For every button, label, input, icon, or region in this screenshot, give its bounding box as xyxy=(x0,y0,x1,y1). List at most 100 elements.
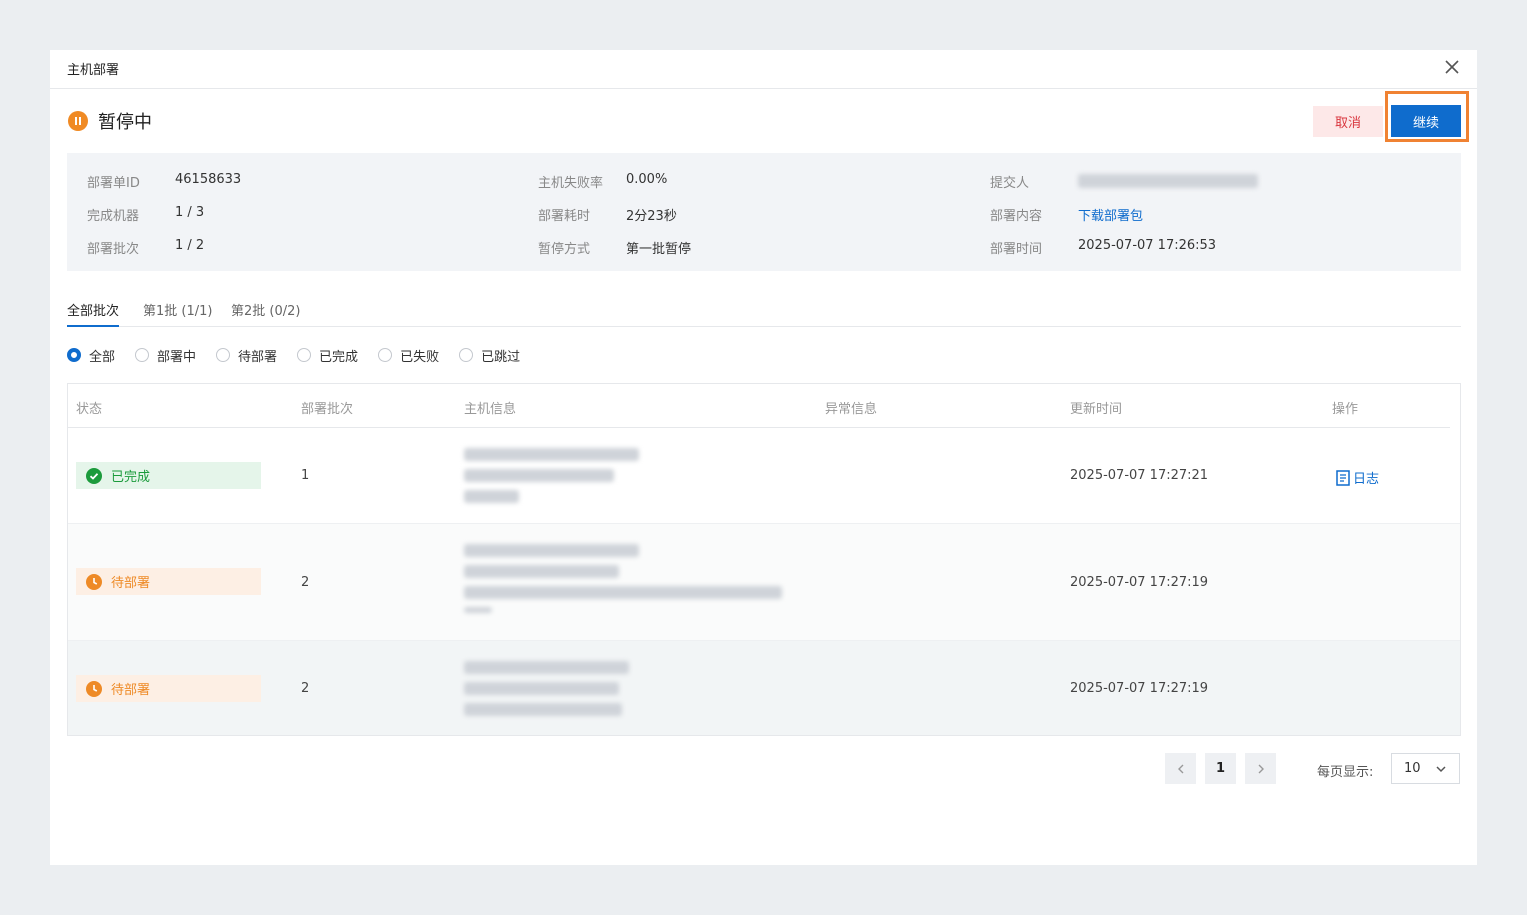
info-deploy-id: 部署单ID 46158633 xyxy=(87,172,241,191)
next-page-button[interactable] xyxy=(1245,753,1276,784)
filter-label: 已完成 xyxy=(319,349,359,365)
filter-label: 全部 xyxy=(89,349,116,365)
per-page-value: 10 xyxy=(1404,761,1421,776)
per-page-label: 每页显示: xyxy=(1317,765,1374,780)
status-row: 暂停中 xyxy=(67,108,152,134)
status-label: 待部署 xyxy=(111,683,151,698)
filter-label: 部署中 xyxy=(157,349,197,365)
info-value: 第一批暂停 xyxy=(626,242,692,257)
chevron-right-icon xyxy=(1258,764,1264,773)
filter-label: 待部署 xyxy=(238,349,278,365)
radio-icon xyxy=(297,348,312,362)
column-header-host: 主机信息 xyxy=(464,402,517,417)
status-label: 已完成 xyxy=(111,470,151,485)
info-time: 部署时间 2025-07-07 17:26:53 xyxy=(990,238,1216,257)
info-label: 部署时间 xyxy=(990,242,1043,257)
pause-icon xyxy=(68,111,88,131)
column-header-status: 状态 xyxy=(76,402,103,417)
info-pause-mode: 暂停方式 第一批暂停 xyxy=(538,238,691,257)
tab-batch-2[interactable]: 第2批 (0/2) xyxy=(231,300,300,325)
status-filter: 全部 部署中 待部署 已完成 已失败 已跳过 xyxy=(67,346,540,365)
radio-icon xyxy=(135,348,150,362)
chevron-left-icon xyxy=(1177,764,1183,773)
deploy-info-panel: 部署单ID 46158633 完成机器 1 / 3 部署批次 1 / 2 主机失… xyxy=(67,153,1461,271)
download-package-link[interactable]: 下载部署包 xyxy=(1078,205,1143,224)
chevron-down-icon xyxy=(1436,765,1446,772)
filter-skipped[interactable]: 已跳过 xyxy=(459,346,521,365)
clock-icon xyxy=(86,573,102,590)
table-row: 已完成 1 2025-07-07 17:27:21 日志 xyxy=(68,428,1460,524)
updated-cell: 2025-07-07 17:27:19 xyxy=(1070,681,1209,696)
tab-all-batches[interactable]: 全部批次 xyxy=(67,300,120,327)
status-badge: 已完成 xyxy=(76,462,261,489)
info-value: 2分23秒 xyxy=(626,209,677,224)
status-badge: 待部署 xyxy=(76,675,261,702)
cancel-button[interactable]: 取消 xyxy=(1313,106,1383,137)
host-info-redacted xyxy=(464,448,639,511)
dialog-title: 主机部署 xyxy=(67,63,120,78)
status-badge: 待部署 xyxy=(76,568,261,595)
info-label: 部署批次 xyxy=(87,242,140,257)
info-fail-rate: 主机失败率 0.00% xyxy=(538,172,667,191)
prev-page-button[interactable] xyxy=(1165,753,1196,784)
info-value: 0.00% xyxy=(626,172,668,187)
filter-all[interactable]: 全部 xyxy=(67,346,116,365)
filter-completed[interactable]: 已完成 xyxy=(297,346,359,365)
close-icon xyxy=(1445,60,1459,74)
radio-icon xyxy=(216,348,231,362)
per-page-select[interactable]: 10 xyxy=(1391,753,1460,784)
info-label: 部署单ID xyxy=(87,176,140,191)
status-text: 暂停中 xyxy=(98,112,152,133)
filter-failed[interactable]: 已失败 xyxy=(378,346,440,365)
column-header-action: 操作 xyxy=(1332,402,1359,417)
updated-cell: 2025-07-07 17:27:21 xyxy=(1070,468,1209,483)
column-header-batch: 部署批次 xyxy=(301,402,354,417)
info-label: 部署耗时 xyxy=(538,209,591,224)
continue-button[interactable]: 继续 xyxy=(1391,105,1461,137)
info-submitter: 提交人 xyxy=(990,172,1258,191)
filter-pending[interactable]: 待部署 xyxy=(216,346,278,365)
filter-label: 已跳过 xyxy=(481,349,521,365)
info-label: 提交人 xyxy=(990,176,1030,191)
batch-cell: 2 xyxy=(301,681,310,696)
info-label: 完成机器 xyxy=(87,209,140,224)
host-info-redacted xyxy=(464,544,782,621)
tab-batch-1[interactable]: 第1批 (1/1) xyxy=(143,300,212,325)
info-label: 暂停方式 xyxy=(538,242,591,257)
batch-tabs: 全部批次 第1批 (1/1) 第2批 (0/2) xyxy=(67,296,1461,327)
check-circle-icon xyxy=(86,467,102,484)
host-table: 状态 部署批次 主机信息 异常信息 更新时间 操作 已完成 1 2025-07-… xyxy=(67,383,1461,736)
info-label: 部署内容 xyxy=(990,209,1043,224)
radio-icon xyxy=(67,348,81,362)
info-value: 46158633 xyxy=(175,172,242,187)
column-header-updated: 更新时间 xyxy=(1070,402,1123,417)
batch-cell: 2 xyxy=(301,575,310,590)
updated-cell: 2025-07-07 17:27:19 xyxy=(1070,575,1209,590)
submitter-redacted xyxy=(1078,174,1258,192)
batch-cell: 1 xyxy=(301,468,310,483)
log-label: 日志 xyxy=(1353,472,1380,487)
dialog-header: 主机部署 xyxy=(50,50,1477,89)
log-link[interactable]: 日志 xyxy=(1336,468,1379,487)
info-value: 2025-07-07 17:26:53 xyxy=(1078,238,1217,253)
info-value: 1 / 2 xyxy=(175,238,205,253)
column-header-error: 异常信息 xyxy=(825,402,878,417)
info-content: 部署内容 下载部署包 xyxy=(990,205,1143,224)
info-batch: 部署批次 1 / 2 xyxy=(87,238,204,257)
info-machines: 完成机器 1 / 3 xyxy=(87,205,204,224)
radio-icon xyxy=(378,348,393,362)
deploy-dialog: 主机部署 暂停中 取消 继续 部署单ID 46158633 完成机器 1 / 3… xyxy=(50,50,1477,865)
clock-icon xyxy=(86,680,102,697)
host-info-redacted xyxy=(464,661,629,724)
log-icon xyxy=(1336,469,1350,486)
filter-deploying[interactable]: 部署中 xyxy=(135,346,197,365)
close-button[interactable] xyxy=(1441,56,1463,78)
page-number[interactable]: 1 xyxy=(1205,753,1236,784)
info-duration: 部署耗时 2分23秒 xyxy=(538,205,677,224)
table-row: 待部署 2 2025-07-07 17:27:19 xyxy=(68,524,1460,641)
table-row: 待部署 2 2025-07-07 17:27:19 xyxy=(68,641,1460,735)
info-label: 主机失败率 xyxy=(538,176,604,191)
info-value: 1 / 3 xyxy=(175,205,205,220)
status-label: 待部署 xyxy=(111,576,151,591)
filter-label: 已失败 xyxy=(400,349,440,365)
